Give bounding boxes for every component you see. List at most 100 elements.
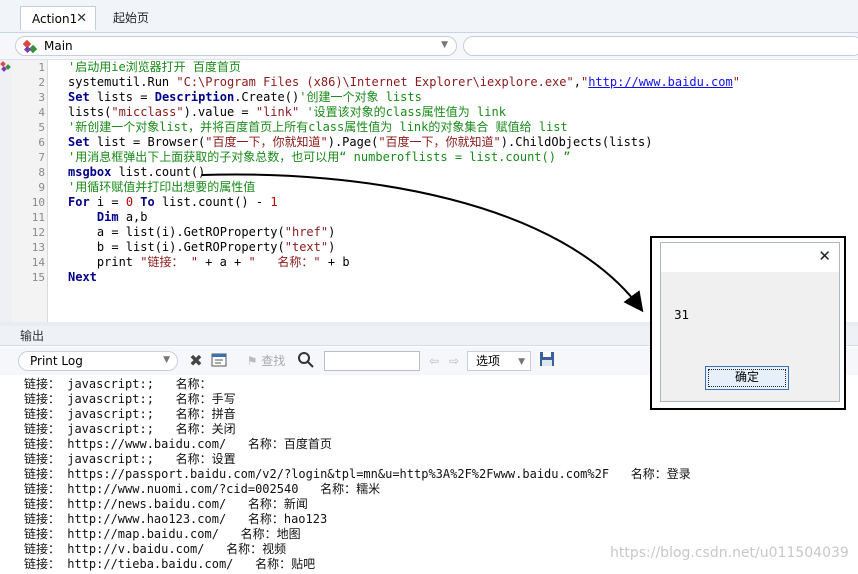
vb-action-icon: [23, 40, 38, 54]
log-line: 链接： javascript:; 名称：手写: [24, 392, 236, 406]
code-token: ): [328, 225, 336, 239]
code-token: list.count(): [111, 165, 206, 179]
procedure-selector[interactable]: [463, 36, 858, 56]
code-token: .Create(): [234, 90, 300, 104]
line-number: 7: [38, 151, 45, 164]
code-token: '用循环赋值并打印出想要的属性值: [68, 180, 256, 194]
code-line[interactable]: systemutil.Run "C:\Program Files (x86)\I…: [68, 75, 740, 90]
code-token: '用消息框弹出下上面获取的子对象总数，也可以用“ numberoflists =…: [68, 150, 571, 164]
code-token: print: [68, 255, 141, 269]
log-line: 链接： https://passport.baidu.com/v2/?login…: [24, 467, 691, 481]
code-token: Next: [68, 270, 97, 284]
code-token: " 名称：": [248, 255, 321, 269]
find-button[interactable]: ⚑ 查找: [236, 351, 296, 371]
code-token: "链接： ": [140, 255, 198, 269]
find-icon: ⚑: [246, 354, 258, 368]
code-token: '创建一个对象 lists: [299, 90, 422, 104]
line-number: 13: [31, 241, 45, 254]
close-icon[interactable]: ✕: [76, 7, 87, 31]
code-token: b = list(i).GetROProperty(: [68, 240, 285, 254]
code-token: ): [328, 240, 336, 254]
code-line[interactable]: lists("micclass").value = "link" '设置该对象的…: [68, 105, 506, 120]
prev-icon[interactable]: ⇦: [427, 351, 441, 371]
log-line: 链接： http://www.hao123.com/ 名称：hao123: [24, 512, 328, 526]
tab-action1[interactable]: Action1 ✕: [20, 6, 96, 30]
code-token: lists =: [89, 90, 155, 104]
code-token: For: [68, 195, 90, 209]
code-token: + b: [320, 255, 350, 269]
log-line: 链接： javascript:; 名称：关闭: [24, 422, 236, 436]
chevron-down-icon[interactable]: ▼: [441, 40, 448, 50]
code-line[interactable]: b = list(i).GetROProperty("text"): [68, 240, 335, 255]
dialog-title-bar: ✕: [661, 243, 839, 271]
code-line[interactable]: For i = 0 To list.count() - 1: [68, 195, 278, 210]
code-token: + a +: [197, 255, 249, 269]
chevron-down-icon[interactable]: ▼: [518, 353, 525, 371]
code-line[interactable]: a = list(i).GetROProperty("href"): [68, 225, 335, 240]
code-line[interactable]: '新创建一个对象list，并将百度首页上所有class属性值为 link的对象集…: [68, 120, 568, 135]
line-number: 10: [31, 196, 45, 209]
line-number-gutter: 1 2 3 4 5 6 7 8 9 10 11 12 13 14 15: [12, 60, 48, 322]
code-line[interactable]: Set lists = Description.Create()'创建一个对象 …: [68, 90, 422, 105]
line-number: 6: [38, 136, 45, 149]
log-line: 链接： http://v.baidu.com/ 名称：视频: [24, 542, 287, 556]
code-token: "C:\Program Files (x86)\Internet Explore…: [176, 75, 574, 89]
chevron-down-icon[interactable]: ▼: [163, 355, 170, 365]
code-token: Set: [68, 135, 90, 149]
log-line: 链接： https://www.baidu.com/ 名称：百度首页: [24, 437, 332, 451]
code-token: ).ChildObjects(lists): [500, 135, 653, 149]
delete-icon[interactable]: ✖: [188, 351, 204, 371]
code-token: '设置该对象的class属性值为 link: [299, 105, 506, 119]
save-icon[interactable]: [539, 351, 555, 371]
tab-start-page[interactable]: 起始页: [113, 6, 149, 30]
msgbox-highlight-frame: ✕ 31 确定: [650, 236, 846, 410]
code-token: lists(: [68, 105, 112, 119]
code-line[interactable]: print "链接： " + a + " 名称：" + b: [68, 255, 350, 270]
dialog-message: 31: [674, 308, 690, 322]
msgbox-dialog: ✕ 31 确定: [660, 242, 840, 402]
ok-button[interactable]: 确定: [705, 366, 789, 390]
log-line: 链接： http://map.baidu.com/ 名称：地图: [24, 527, 301, 541]
next-icon[interactable]: ⇨: [447, 351, 461, 371]
code-token: i =: [89, 195, 126, 209]
code-token: http://www.baidu.com: [588, 75, 733, 89]
line-number: 2: [38, 76, 45, 89]
code-token: "百度一下，你就知道": [378, 135, 501, 149]
code-token: '新创建一个对象list，并将百度首页上所有class属性值为 link的对象集…: [68, 120, 568, 134]
code-token: "href": [284, 225, 329, 239]
search-icon[interactable]: [297, 351, 315, 371]
line-number: 15: [31, 271, 45, 284]
code-token: list.count() -: [154, 195, 271, 209]
code-line[interactable]: '用消息框弹出下上面获取的子对象总数，也可以用“ numberoflists =…: [68, 150, 570, 165]
line-number: 9: [38, 181, 45, 194]
code-token: To: [140, 195, 155, 209]
code-line[interactable]: '启动用ie浏览器打开 百度首页: [68, 60, 241, 75]
code-token: list = Browser(: [89, 135, 206, 149]
code-token: ,: [573, 75, 581, 89]
output-filter-select[interactable]: Print Log ▼: [18, 351, 178, 371]
action-selector[interactable]: Main ▼: [15, 36, 457, 56]
code-token: Description: [154, 90, 235, 104]
editor-navigation-bar: Main ▼: [0, 33, 858, 60]
code-token: 1: [270, 195, 278, 209]
close-icon[interactable]: ✕: [818, 247, 831, 265]
code-token: '启动用ie浏览器打开 百度首页: [68, 60, 241, 74]
log-line: 链接： http://tieba.baidu.com/ 名称：贴吧: [24, 557, 316, 571]
search-input[interactable]: [324, 351, 420, 371]
code-line[interactable]: Next: [68, 270, 97, 285]
code-line[interactable]: Dim a,b: [68, 210, 148, 225]
code-token: ).Page(: [327, 135, 379, 149]
output-filter-value: Print Log: [30, 354, 83, 368]
log-line: 链接： http://www.nuomi.com/?cid=002540 名称：…: [24, 482, 381, 496]
code-token: a,b: [118, 210, 148, 224]
options-button[interactable]: 选项 ▼: [467, 351, 531, 371]
code-line[interactable]: msgbox list.count(): [68, 165, 205, 180]
code-line[interactable]: '用循环赋值并打印出想要的属性值: [68, 180, 255, 195]
code-token: ": [732, 75, 740, 89]
line-number: 3: [38, 91, 45, 104]
code-token: Set: [68, 90, 90, 104]
log-line: 链接： javascript:; 名称：设置: [24, 452, 236, 466]
code-token: msgbox: [68, 165, 112, 179]
clear-icon[interactable]: [210, 351, 228, 371]
code-line[interactable]: Set list = Browser("百度一下，你就知道").Page("百度…: [68, 135, 652, 150]
